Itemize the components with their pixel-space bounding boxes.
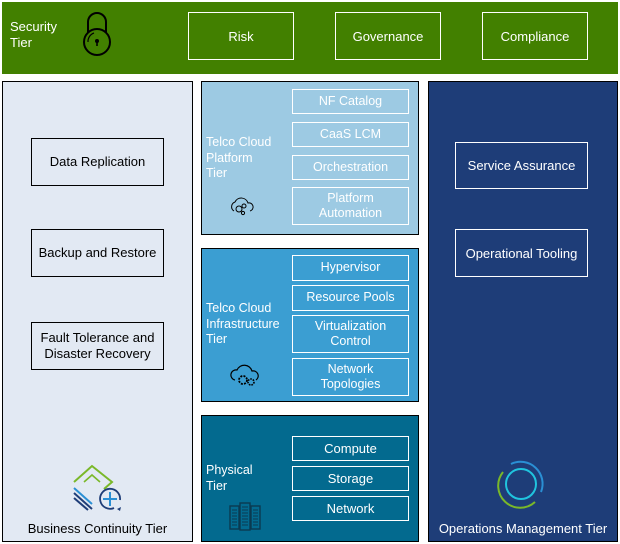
compute-label: Compute	[324, 440, 377, 456]
data-replication-label: Data Replication	[49, 154, 146, 169]
storage-box: Storage	[292, 466, 409, 491]
orchestration-label: Orchestration	[312, 159, 389, 174]
physical-tier-label-line1: Physical	[206, 463, 253, 477]
infrastructure-tier-label-line3: Tier	[206, 332, 228, 346]
infrastructure-tier-label-line2: Infrastructure	[206, 316, 280, 331]
virtualization-control-box: Virtualization Control	[292, 315, 409, 353]
fault-tolerance-label-line2: Disaster Recovery	[44, 346, 151, 361]
fault-tolerance-box: Fault Tolerance and Disaster Recovery	[31, 322, 164, 370]
platform-tier-label-line3: Tier	[206, 166, 228, 180]
platform-tier-label-line2: Platform	[206, 150, 253, 165]
resource-pools-label: Resource Pools	[306, 290, 395, 305]
platform-automation-label-line2: Automation	[318, 206, 383, 220]
fault-tolerance-label-line1: Fault Tolerance and	[40, 330, 155, 345]
operational-tooling-box: Operational Tooling	[455, 229, 588, 277]
compliance-box: Compliance	[482, 12, 588, 60]
service-assurance-label: Service Assurance	[467, 158, 576, 173]
infrastructure-tier-label: Telco Cloud Infrastructure Tier	[206, 301, 280, 348]
network-topologies-label-line2: Topologies	[320, 377, 381, 391]
padlock-icon	[83, 12, 111, 56]
operations-management-tier-title: Operations Management Tier	[438, 521, 608, 536]
nf-catalog-label: NF Catalog	[318, 93, 383, 108]
physical-tier-label: Physical Tier	[206, 463, 253, 494]
backup-restore-label: Backup and Restore	[38, 245, 157, 260]
orchestration-box: Orchestration	[292, 155, 409, 180]
cloud-gears-icon	[231, 197, 254, 216]
network-topologies-box: Network Topologies	[292, 358, 409, 396]
backup-restore-box: Backup and Restore	[31, 229, 164, 277]
platform-tier-label-line1: Telco Cloud	[206, 135, 272, 149]
infrastructure-tier-label-line1: Telco Cloud	[206, 301, 272, 315]
hypervisor-box: Hypervisor	[292, 255, 409, 281]
risk-label: Risk	[228, 28, 254, 44]
virtualization-control-label-line2: Control	[330, 334, 371, 348]
risk-box: Risk	[188, 12, 294, 60]
concentric-rings-icon	[497, 460, 544, 509]
virtualization-control-label-line1: Virtualization	[314, 318, 387, 333]
data-replication-box: Data Replication	[31, 138, 164, 186]
caas-lcm-label: CaaS LCM	[319, 126, 382, 141]
platform-tier-label: Telco Cloud Platform Tier	[206, 135, 271, 182]
security-tier-label-line2: Tier	[10, 35, 32, 50]
caas-lcm-box: CaaS LCM	[292, 122, 409, 147]
security-tier-label-line1: Security	[10, 19, 57, 34]
service-assurance-box: Service Assurance	[455, 142, 588, 189]
nf-catalog-box: NF Catalog	[292, 89, 409, 114]
platform-automation-label-line1: Platform	[327, 190, 374, 205]
security-tier-label: Security Tier	[10, 19, 57, 51]
stacked-layers-plus-icon	[73, 464, 121, 511]
compliance-label: Compliance	[500, 28, 570, 44]
cloud-gears-icon	[230, 364, 259, 386]
hypervisor-label: Hypervisor	[320, 260, 381, 275]
server-rack-icon	[229, 502, 261, 531]
governance-label: Governance	[352, 28, 424, 44]
governance-box: Governance	[335, 12, 441, 60]
network-label: Network	[326, 500, 375, 516]
compute-box: Compute	[292, 436, 409, 461]
network-topologies-label-line1: Network	[327, 361, 374, 376]
operational-tooling-label: Operational Tooling	[465, 245, 578, 261]
physical-tier-label-line2: Tier	[206, 478, 228, 493]
network-box: Network	[292, 496, 409, 521]
business-continuity-tier-title: Business Continuity Tier	[27, 521, 168, 536]
platform-automation-box: Platform Automation	[292, 187, 409, 225]
resource-pools-box: Resource Pools	[292, 285, 409, 311]
storage-label: Storage	[327, 470, 374, 486]
